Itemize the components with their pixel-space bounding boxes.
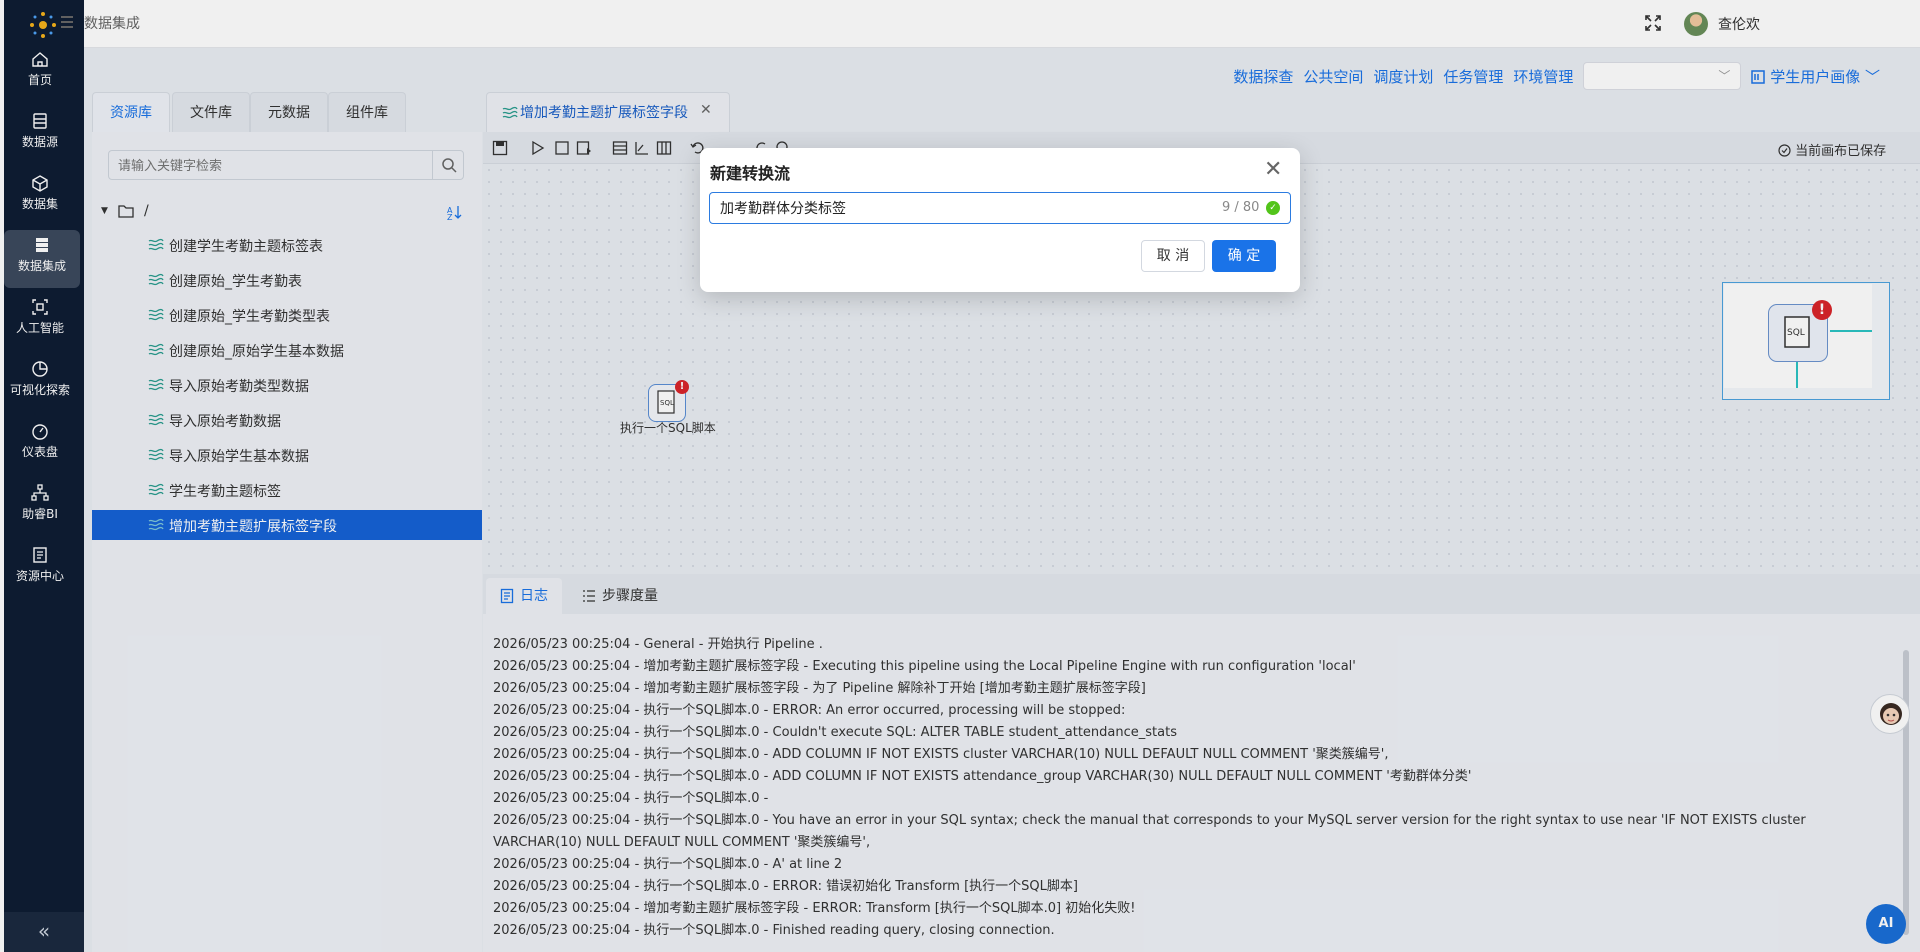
- confirm-button[interactable]: 确 定: [1212, 240, 1276, 272]
- close-icon[interactable]: ✕: [1264, 158, 1282, 182]
- modal-overlay: [0, 0, 1920, 952]
- dialog-title: 新建转换流: [710, 164, 791, 183]
- char-counter: 9 / 80: [1222, 200, 1260, 215]
- cancel-button[interactable]: 取 消: [1141, 240, 1205, 272]
- valid-check-icon: ✓: [1266, 201, 1280, 215]
- name-input[interactable]: [720, 198, 1190, 218]
